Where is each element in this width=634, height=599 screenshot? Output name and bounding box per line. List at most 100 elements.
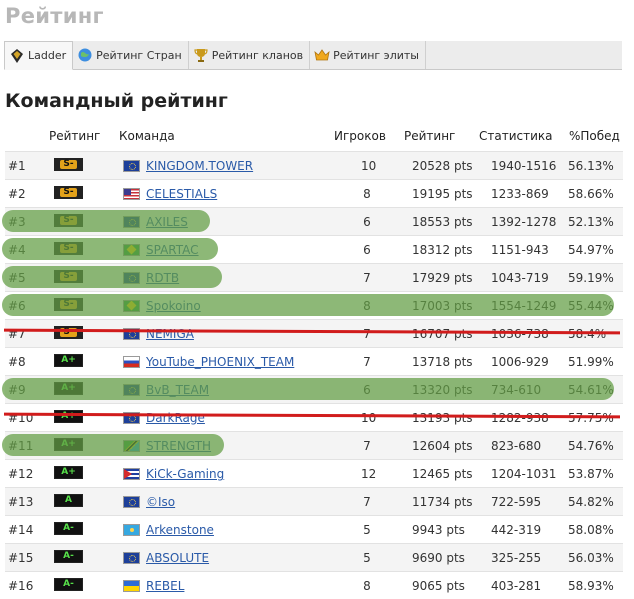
row-rank: #1 [8, 159, 26, 173]
row-players: 10 [361, 411, 377, 425]
tier-label: A- [63, 523, 74, 533]
row-winrate: 53.87% [568, 467, 614, 481]
row-rating: 13193 pts [412, 411, 473, 425]
team-link[interactable]: AXILES [146, 215, 188, 229]
row-stats: 1282-938 [491, 411, 549, 425]
row-players: 5 [363, 523, 371, 537]
row-rating: 9943 pts [412, 523, 465, 537]
team-link[interactable]: CELESTIALS [146, 187, 217, 201]
tab-label: Рейтинг Стран [96, 48, 182, 62]
row-players: 10 [361, 159, 377, 173]
row-rating: 12465 pts [412, 467, 473, 481]
tier-badge: S- [54, 326, 83, 339]
row-winrate: 52.13% [568, 215, 614, 229]
tab-country-rating[interactable]: Рейтинг Стран [73, 41, 189, 69]
tier-label: S- [60, 244, 77, 253]
ladder-icon [9, 48, 25, 64]
tier-badge-icon: S- [54, 298, 83, 311]
row-players: 7 [363, 355, 371, 369]
tab-elite-rating[interactable]: Рейтинг элиты [310, 41, 426, 69]
row-rank: #7 [8, 327, 26, 341]
header-tier: Рейтинг [49, 129, 101, 143]
tier-badge-icon: A+ [54, 354, 83, 367]
row-rank: #4 [8, 243, 26, 257]
row-winrate: 57.75% [568, 411, 614, 425]
row-winrate: 54.97% [568, 243, 614, 257]
tab-ladder[interactable]: Ladder [4, 41, 74, 70]
tier-label: S- [60, 300, 77, 309]
row-players: 8 [363, 187, 371, 201]
row-rank: #9 [8, 383, 26, 397]
row-players: 7 [363, 439, 371, 453]
row-stats: 403-281 [491, 579, 542, 593]
row-players: 7 [363, 271, 371, 285]
tier-badge: A- [54, 522, 83, 535]
row-stats: 442-319 [491, 523, 542, 537]
tier-label: A- [63, 579, 74, 589]
row-players: 7 [363, 327, 371, 341]
row-rank: #11 [8, 439, 34, 453]
row-players: 8 [363, 579, 371, 593]
team-link[interactable]: ABSOLUTE [146, 551, 209, 565]
tier-badge-icon: S- [54, 326, 83, 339]
row-stats: 1392-1278 [491, 215, 557, 229]
row-rank: #6 [8, 299, 26, 313]
tier-badge-icon: A- [54, 550, 83, 563]
row-rank: #5 [8, 271, 26, 285]
row-rating: 9690 pts [412, 551, 465, 565]
row-rank: #3 [8, 215, 26, 229]
team-link[interactable]: SPARTAC [146, 243, 199, 257]
tier-badge-icon: A+ [54, 382, 83, 395]
team-link[interactable]: RDTB [146, 271, 179, 285]
section-title: Командный рейтинг [5, 90, 228, 112]
tier-badge: S- [54, 270, 83, 283]
country-flag-icon [123, 160, 140, 172]
team-link[interactable]: Spokoino [146, 299, 201, 313]
tier-badge: S- [54, 186, 83, 199]
table-row: #10 A+ DarkRage 10 13193 pts 1282-938 57.75% [5, 403, 623, 431]
row-stats: 1036-738 [491, 327, 549, 341]
page-title: Рейтинг [5, 4, 104, 28]
team-link[interactable]: KINGDOM.TOWER [146, 159, 253, 173]
country-flag-icon [123, 496, 140, 508]
country-flag-icon [123, 216, 140, 228]
team-link[interactable]: NEMIGA [146, 327, 194, 341]
row-stats: 734-610 [491, 383, 542, 397]
tier-label: S- [60, 216, 77, 225]
team-link[interactable]: DarkRage [146, 411, 205, 425]
row-winrate: 56.13% [568, 159, 614, 173]
tier-badge: S- [54, 242, 83, 255]
row-stats: 1043-719 [491, 271, 549, 285]
row-stats: 1940-1516 [491, 159, 557, 173]
team-link[interactable]: ©Iso [146, 495, 175, 509]
row-rating: 11734 pts [412, 495, 473, 509]
team-link[interactable]: YouTube_PHOENIX_TEAM [146, 355, 294, 369]
team-link[interactable]: BvB_TEAM [146, 383, 209, 397]
team-link[interactable]: KiCk-Gaming [146, 467, 224, 481]
team-link[interactable]: REBEL [146, 579, 184, 593]
tier-label: A+ [61, 383, 76, 393]
tier-badge: A [54, 494, 83, 507]
tier-badge-icon: A+ [54, 410, 83, 423]
row-rating: 13718 pts [412, 355, 473, 369]
tier-badge: A+ [54, 466, 83, 479]
tier-badge: A- [54, 550, 83, 563]
country-flag-icon [123, 272, 140, 284]
row-rating: 12604 pts [412, 439, 473, 453]
tab-clan-rating[interactable]: Рейтинг кланов [189, 41, 311, 69]
team-link[interactable]: STRENGTH [146, 439, 211, 453]
tier-label: S- [60, 272, 77, 281]
country-flag-icon [123, 328, 140, 340]
row-stats: 1204-1031 [491, 467, 557, 481]
tier-label: A+ [61, 467, 76, 477]
row-winrate: 56.03% [568, 551, 614, 565]
row-players: 6 [363, 215, 371, 229]
tier-label: A+ [61, 355, 76, 365]
table-row: #13 A ©Iso 7 11734 pts 722-595 54.82% [5, 487, 623, 515]
table-row: #14 A- Arkenstone 5 9943 pts 442-319 58.08% [5, 515, 623, 543]
team-link[interactable]: Arkenstone [146, 523, 214, 537]
table-row: #16 A- REBEL 8 9065 pts 403-281 58.93% [5, 571, 623, 599]
row-rating: 16707 pts [412, 327, 473, 341]
country-flag-icon [123, 552, 140, 564]
country-flag-icon [123, 356, 140, 368]
